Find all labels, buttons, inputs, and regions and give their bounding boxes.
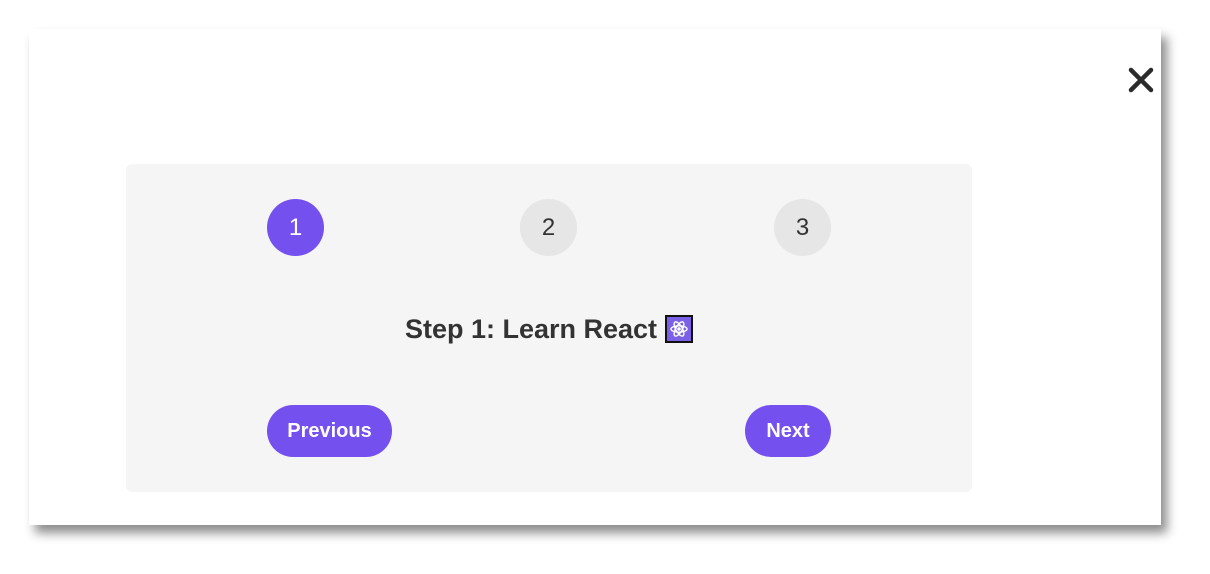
- step-indicator-1[interactable]: 1: [267, 199, 324, 256]
- close-icon: [1128, 67, 1154, 93]
- modal-dialog: 1 2 3 Step 1: Learn React Previous Next: [29, 29, 1161, 525]
- next-button[interactable]: Next: [745, 405, 831, 457]
- close-button[interactable]: [1126, 65, 1156, 95]
- step-title-row: Step 1: Learn React: [126, 314, 972, 345]
- atom-icon: [665, 315, 694, 343]
- stepper-card: 1 2 3 Step 1: Learn React Previous Next: [126, 164, 972, 492]
- step-indicator-2[interactable]: 2: [520, 199, 577, 256]
- step-title: Step 1: Learn React: [404, 314, 658, 344]
- step-indicator-3[interactable]: 3: [774, 199, 831, 256]
- previous-button[interactable]: Previous: [267, 405, 392, 457]
